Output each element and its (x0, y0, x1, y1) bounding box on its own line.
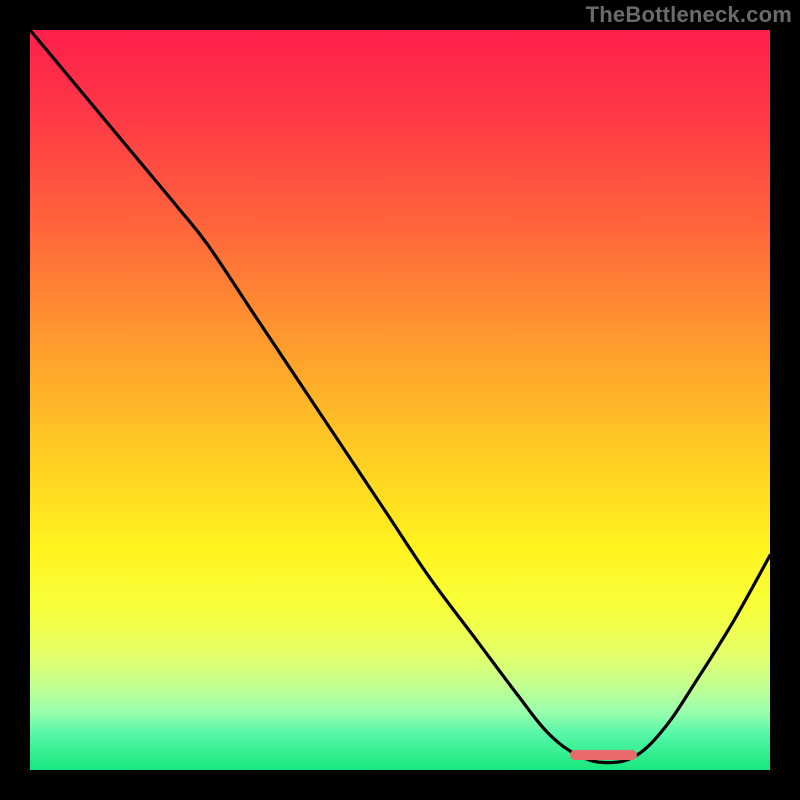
chart-frame: TheBottleneck.com (0, 0, 800, 800)
plot-area (30, 30, 770, 770)
watermark-text: TheBottleneck.com (586, 2, 792, 28)
optimal-range-marker (570, 750, 637, 760)
curve-path (30, 30, 770, 763)
bottleneck-curve (30, 30, 770, 770)
